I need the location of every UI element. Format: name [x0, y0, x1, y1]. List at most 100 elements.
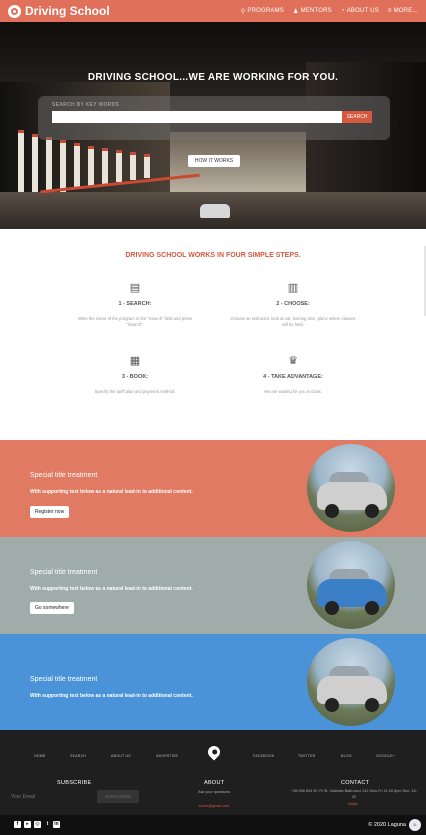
fence-post: [74, 143, 80, 189]
fence-post: [88, 146, 94, 186]
copyright: © 2020 Laguna: [368, 822, 406, 828]
fence-post: [60, 140, 66, 192]
fence-post: [18, 130, 24, 200]
step-title: 1 - SEARCH:: [118, 301, 152, 307]
go-somewhere-button[interactable]: Go somewhere: [30, 602, 74, 614]
instagram-icon[interactable]: ◎: [34, 821, 41, 828]
promo-band-1: Special title treatment With supporting …: [0, 440, 426, 537]
step-title: 3 - BOOK:: [121, 374, 149, 380]
facebook-icon[interactable]: f: [14, 821, 21, 828]
car-wheel: [325, 504, 339, 518]
car-wheel: [365, 698, 379, 712]
band-text: With supporting text below as a natural …: [30, 489, 193, 495]
nav-item-more[interactable]: ≡ MORE...: [388, 8, 418, 15]
nav-label: MENTORS: [300, 8, 332, 14]
fence-post: [130, 152, 136, 180]
car-photo: [307, 444, 395, 532]
step-choose: ▥ 2 - CHOOSE: Choose an instructor, look…: [228, 281, 358, 329]
footer-link-advertise[interactable]: ADVERTISE: [156, 754, 178, 758]
fence-post: [102, 148, 108, 184]
contact-title: CONTACT: [341, 780, 370, 786]
step-search: ▤ 1 - SEARCH: Write the name of the prog…: [70, 281, 200, 329]
promo-band-2: Special title treatment With supporting …: [0, 537, 426, 634]
fence-post: [144, 154, 150, 178]
steps-title: DRIVING SCHOOL WORKS IN FOUR SIMPLE STEP…: [125, 252, 301, 259]
car-image: [200, 204, 230, 218]
floating-action-button[interactable]: 3L: [409, 819, 421, 831]
car-wheel: [325, 698, 339, 712]
step-text: Specify the tariff plan and payment meth…: [94, 389, 176, 394]
search-row: SEARCH: [52, 111, 376, 123]
footer-link-search[interactable]: SEARCH: [70, 754, 86, 758]
promo-band-3: Special title treatment With supporting …: [0, 634, 426, 731]
nav-label: MORE...: [393, 8, 418, 14]
step-text: Choose an instructor, look at car, train…: [230, 316, 356, 328]
step-title: 2 - CHOOSE:: [276, 301, 310, 307]
about-text: Ask your questions: [197, 790, 231, 794]
step-take-advantage: ♛ 4 - TAKE ADVANTAGE: We are waiting for…: [228, 354, 358, 395]
linkedin-icon[interactable]: in: [53, 821, 60, 828]
menu-icon: ≡: [387, 8, 392, 14]
footer-link-blog[interactable]: BLOG: [341, 754, 352, 758]
rss-icon: ◔: [340, 8, 345, 14]
footer-link-about-us[interactable]: ABOUT US: [111, 754, 131, 758]
car-wheel: [365, 601, 379, 615]
step-title: 4 - TAKE ADVANTAGE:: [263, 374, 323, 380]
steps-section: DRIVING SCHOOL WORKS IN FOUR SIMPLE STEP…: [0, 229, 426, 439]
band-title: Special title treatment: [30, 676, 98, 683]
trophy-icon: ♛: [288, 355, 298, 367]
car-photo: [307, 541, 395, 629]
how-it-works-button[interactable]: HOW IT WORKS: [188, 155, 240, 167]
contact-text: +38 066 805 90 79 St. Vadislav Batirovic…: [291, 789, 417, 799]
footer: HOME SEARCH ABOUT US ADVERTISE FACEBOOK …: [0, 730, 426, 835]
subscribe-title: SUBSCRIBE: [57, 780, 92, 786]
nav-label: ABOUT US: [346, 8, 379, 14]
nav-item-about-us[interactable]: ◔ ABOUT US: [341, 8, 379, 15]
search-button[interactable]: SEARCH: [342, 111, 372, 123]
footer-link-google-plus[interactable]: GOOGLE+: [376, 754, 395, 758]
car-photo: [307, 638, 395, 726]
fence-post: [116, 150, 122, 182]
user-icon: ♟: [293, 8, 299, 15]
car-wheel: [365, 504, 379, 518]
brand[interactable]: Driving School: [8, 4, 110, 18]
fence-post: [46, 137, 52, 195]
step-text: We are waiting for you in class.: [264, 389, 322, 394]
document-icon: ▦: [129, 355, 141, 367]
brand-name: Driving School: [25, 4, 110, 18]
nav-item-mentors[interactable]: ♟ MENTORS: [293, 8, 332, 15]
email-field[interactable]: [8, 791, 96, 803]
about-email-link[interactable]: some@gmail.com: [180, 804, 248, 808]
band-text: With supporting text below as a natural …: [30, 586, 193, 592]
tumblr-icon[interactable]: t: [44, 821, 51, 828]
search-label: SEARCH BY KEY WORDS: [52, 102, 120, 108]
step-text: Write the name of the program in the "Se…: [78, 316, 192, 328]
nav-label: PROGRAMS: [247, 8, 284, 14]
step-book: ▦ 3 - BOOK: Specify the tariff plan and …: [70, 354, 200, 395]
hero-title: DRIVING SCHOOL...WE ARE WORKING FOR YOU.: [87, 72, 339, 83]
nav-menu: ⚲ PROGRAMS ♟ MENTORS ◔ ABOUT US ≡ MORE..…: [241, 8, 418, 15]
footer-link-home[interactable]: HOME: [34, 754, 46, 758]
car-wheel: [325, 601, 339, 615]
about-title: ABOUT: [204, 780, 225, 786]
nav-item-programs[interactable]: ⚲ PROGRAMS: [241, 8, 284, 15]
band-title: Special title treatment: [30, 472, 98, 479]
search-input[interactable]: [52, 111, 342, 123]
register-now-button[interactable]: Register now: [30, 506, 70, 518]
band-title: Special title treatment: [30, 569, 98, 576]
youtube-icon[interactable]: ▸: [24, 821, 31, 828]
hero-banner: DRIVING SCHOOL...WE ARE WORKING FOR YOU.…: [0, 22, 426, 229]
fence-post: [32, 134, 38, 198]
bottom-bar: f ▸ ◎ t in © 2020 Laguna 3L: [0, 815, 426, 835]
subscribe-button[interactable]: SUBSCRIBE: [97, 790, 139, 803]
footer-link-facebook[interactable]: FACEBOOK: [253, 754, 274, 758]
footer-link-twitter[interactable]: TWITTER: [298, 754, 315, 758]
maps-link[interactable]: Maps: [340, 802, 366, 806]
search-icon: ⚲: [240, 8, 246, 15]
steering-wheel-icon: [8, 4, 21, 18]
newspaper-icon: ▤: [129, 282, 141, 294]
band-text: With supporting text below as a natural …: [30, 693, 193, 699]
map-icon: ▥: [287, 282, 299, 294]
top-navbar: Driving School ⚲ PROGRAMS ♟ MENTORS ◔ AB…: [0, 0, 426, 22]
search-panel: SEARCH BY KEY WORDS SEARCH: [38, 96, 390, 140]
